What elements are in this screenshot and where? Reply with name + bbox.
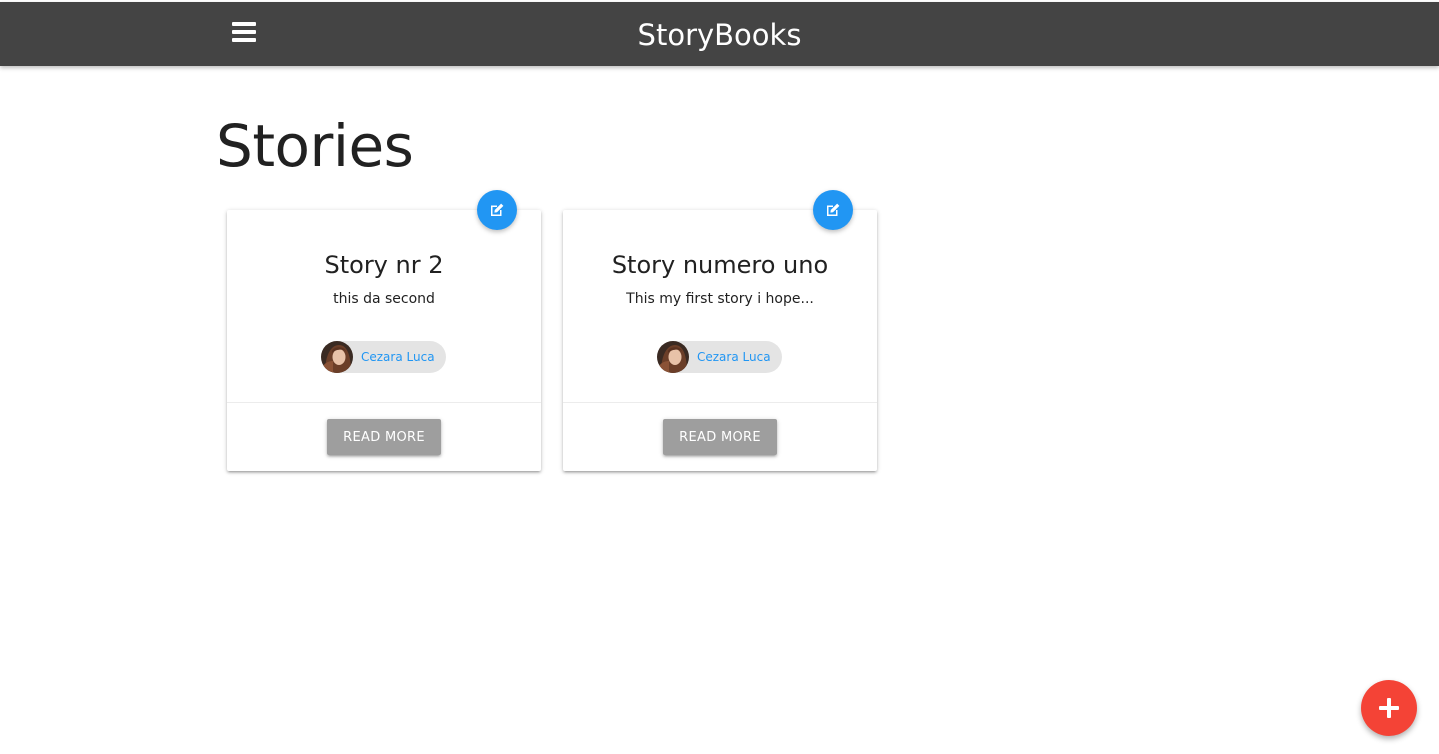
add-story-button[interactable] [1361, 680, 1417, 736]
page-title: Stories [216, 112, 414, 180]
edit-icon [491, 203, 504, 216]
read-more-button[interactable]: READ MORE [663, 419, 777, 455]
avatar [657, 341, 689, 373]
card-action: READ MORE [563, 403, 877, 471]
story-card: Story nr 2 this da second Cezara Luca RE… [227, 190, 541, 471]
card-content: Story nr 2 this da second Cezara Luca [227, 210, 541, 402]
card-content: Story numero uno This my first story i h… [563, 210, 877, 402]
brand-link[interactable]: StoryBooks [638, 18, 802, 52]
story-card: Story numero uno This my first story i h… [563, 190, 877, 471]
edit-story-button[interactable] [477, 190, 517, 230]
author-name: Cezara Luca [361, 350, 435, 364]
story-title: Story numero uno [611, 251, 829, 279]
story-title: Story nr 2 [324, 251, 444, 279]
hamburger-menu-icon[interactable] [232, 22, 256, 46]
author-chip[interactable]: Cezara Luca [657, 341, 782, 373]
brand-logo: StoryBooks [0, 2, 1439, 66]
edit-icon [827, 203, 840, 216]
author-name: Cezara Luca [697, 350, 771, 364]
card-action: READ MORE [227, 403, 541, 471]
plus-icon [1379, 698, 1399, 718]
navbar: StoryBooks [0, 2, 1439, 66]
story-excerpt: This my first story i hope... [626, 291, 814, 307]
read-more-button[interactable]: READ MORE [327, 419, 441, 455]
edit-story-button[interactable] [813, 190, 853, 230]
story-excerpt: this da second [333, 291, 435, 307]
author-chip[interactable]: Cezara Luca [321, 341, 446, 373]
avatar [321, 341, 353, 373]
